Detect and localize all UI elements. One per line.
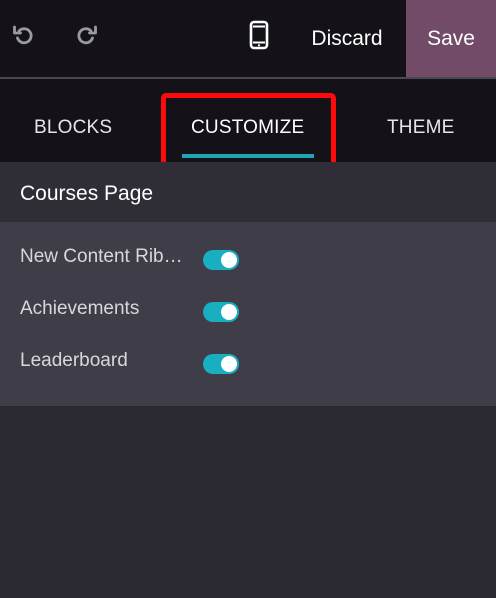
option-row-leaderboard: Leaderboard [0, 340, 496, 380]
option-label: Leaderboard [20, 350, 128, 371]
discard-button[interactable]: Discard [296, 0, 398, 77]
achievements-toggle[interactable] [203, 302, 239, 322]
section-title: Courses Page [20, 182, 154, 205]
active-tab-indicator [182, 154, 314, 158]
undo-icon[interactable] [11, 22, 37, 48]
option-row-new-content-ribbon: New Content Ribbon [0, 236, 496, 276]
option-label: New Content Ribbon [20, 246, 192, 267]
new-content-ribbon-toggle[interactable] [203, 250, 239, 270]
tab-theme[interactable]: THEME [387, 117, 455, 139]
editor-tabs: BLOCKS CUSTOMIZE THEME [0, 79, 496, 162]
option-row-achievements: Achievements [0, 288, 496, 328]
toggle-knob [221, 356, 237, 372]
option-label: Achievements [20, 298, 140, 319]
section-header: Courses Page [0, 162, 496, 222]
editor-toolbar: Discard Save [0, 0, 496, 77]
tab-customize[interactable]: CUSTOMIZE [191, 117, 304, 139]
leaderboard-toggle[interactable] [203, 354, 239, 374]
mobile-phone-icon[interactable] [246, 20, 272, 50]
redo-icon[interactable] [73, 22, 99, 48]
options-panel: New Content Ribbon Achievements Leaderbo… [0, 222, 496, 406]
tab-blocks[interactable]: BLOCKS [34, 117, 112, 139]
toggle-knob [221, 304, 237, 320]
website-editor-panel: Discard Save BLOCKS CUSTOMIZE THEME Cour… [0, 0, 496, 598]
toggle-knob [221, 252, 237, 268]
save-button[interactable]: Save [406, 0, 496, 77]
